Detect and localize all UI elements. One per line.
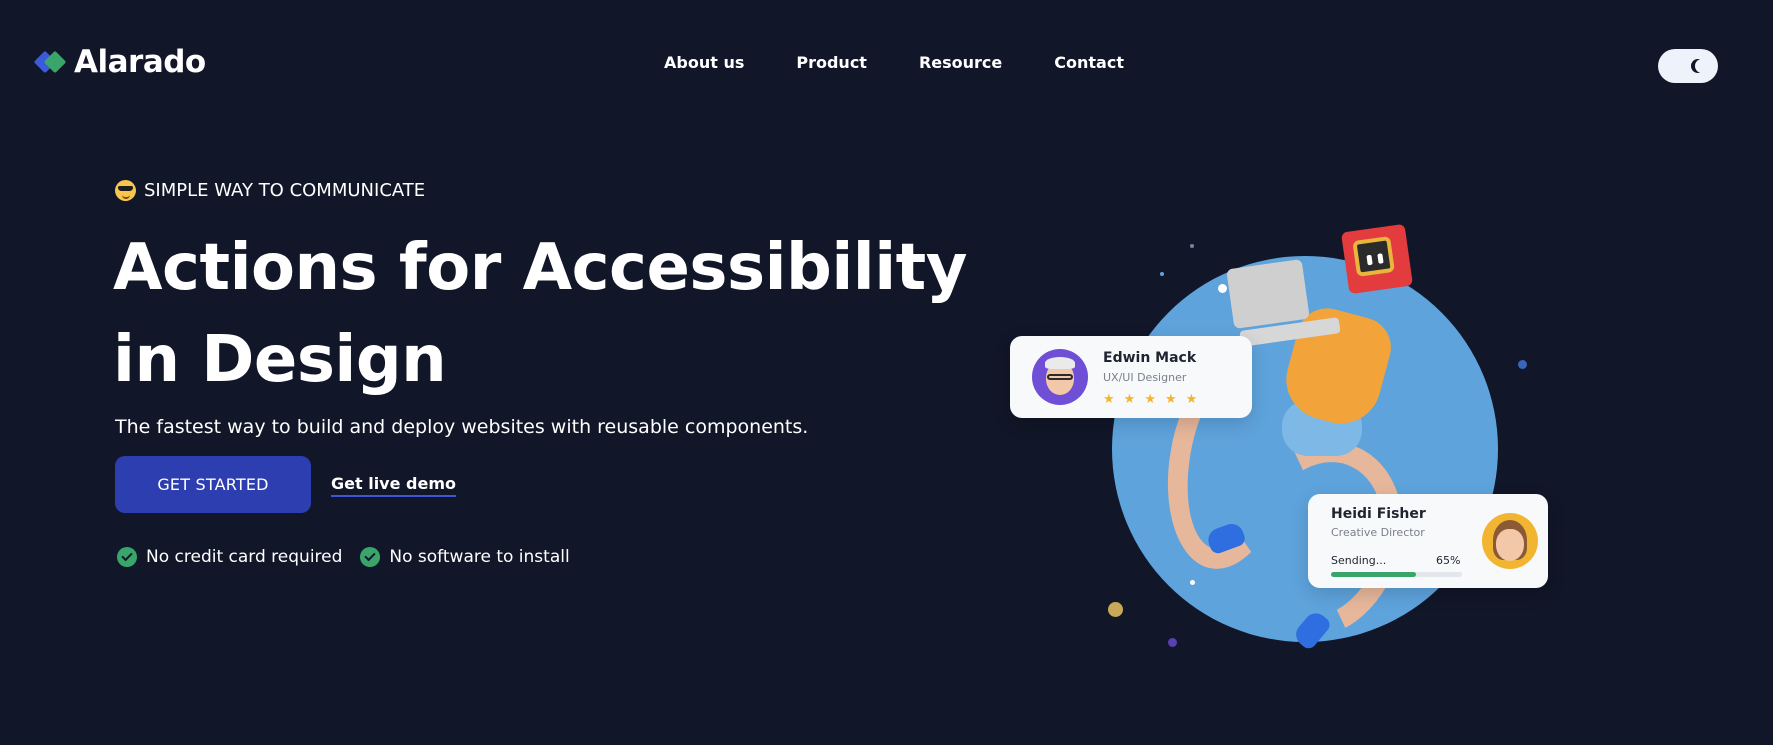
nav-item-resource[interactable]: Resource bbox=[919, 53, 1002, 72]
nav-item-contact[interactable]: Contact bbox=[1054, 53, 1124, 72]
check-item: No software to install bbox=[360, 547, 570, 567]
laptop-icon bbox=[1226, 259, 1310, 329]
moon-icon bbox=[1695, 59, 1709, 73]
main-nav: About us Product Resource Contact bbox=[664, 53, 1124, 72]
avatar bbox=[1032, 349, 1088, 405]
star-icon: ★ bbox=[1185, 392, 1198, 407]
profile-name: Edwin Mack bbox=[1103, 350, 1197, 366]
hero-tagline: SIMPLE WAY TO COMMUNICATE bbox=[115, 180, 425, 201]
hero-headline: Actions for Accessibility in Design bbox=[113, 231, 967, 397]
nav-item-about-us[interactable]: About us bbox=[664, 53, 744, 72]
check-circle-icon bbox=[360, 547, 381, 567]
brand-logo[interactable]: Alarado bbox=[33, 44, 206, 80]
tagline-text: SIMPLE WAY TO COMMUNICATE bbox=[144, 180, 426, 201]
brand-name: Alarado bbox=[74, 44, 206, 80]
theme-toggle[interactable] bbox=[1658, 49, 1718, 83]
avatar bbox=[1482, 513, 1538, 569]
sunglasses-emoji-icon bbox=[115, 180, 136, 201]
robot-head-icon bbox=[1340, 223, 1414, 295]
decor-dot bbox=[1108, 602, 1123, 617]
profile-role: UX/UI Designer bbox=[1103, 371, 1187, 384]
star-icon: ★ bbox=[1164, 392, 1177, 407]
star-icon: ★ bbox=[1103, 392, 1115, 407]
live-demo-link[interactable]: Get live demo bbox=[331, 474, 456, 497]
check-label: No credit card required bbox=[146, 547, 343, 567]
upload-percent: 65% bbox=[1436, 554, 1461, 567]
upload-status: Sending... bbox=[1331, 554, 1387, 567]
decor-dot bbox=[1190, 580, 1195, 585]
check-item: No credit card required bbox=[117, 547, 342, 567]
decor-dot bbox=[1518, 360, 1527, 369]
star-icon: ★ bbox=[1123, 392, 1136, 407]
profile-name: Heidi Fisher bbox=[1331, 506, 1426, 522]
progress-bar bbox=[1331, 572, 1462, 577]
decor-dot bbox=[1190, 244, 1194, 248]
rating-stars: ★ ★ ★ ★ ★ bbox=[1103, 392, 1197, 407]
hero-illustration: Edwin Mack UX/UI Designer ★ ★ ★ ★ ★ Heid… bbox=[990, 200, 1590, 680]
check-label: No software to install bbox=[389, 547, 570, 567]
profile-card-edwin: Edwin Mack UX/UI Designer ★ ★ ★ ★ ★ bbox=[1010, 336, 1252, 418]
feature-checks: No credit card required No software to i… bbox=[117, 547, 570, 567]
check-circle-icon bbox=[117, 547, 137, 567]
logo-mark-icon bbox=[33, 46, 67, 78]
progress-fill bbox=[1331, 572, 1417, 577]
profile-card-heidi: Heidi Fisher Creative Director Sending..… bbox=[1308, 494, 1548, 588]
decor-dot bbox=[1218, 284, 1227, 293]
profile-role: Creative Director bbox=[1331, 526, 1425, 539]
decor-dot bbox=[1168, 638, 1177, 647]
decor-dot bbox=[1160, 272, 1164, 276]
get-started-button[interactable]: GET STARTED bbox=[115, 456, 311, 513]
nav-item-product[interactable]: Product bbox=[796, 53, 867, 72]
star-icon: ★ bbox=[1144, 392, 1156, 407]
hero-subtitle: The fastest way to build and deploy webs… bbox=[115, 416, 809, 438]
